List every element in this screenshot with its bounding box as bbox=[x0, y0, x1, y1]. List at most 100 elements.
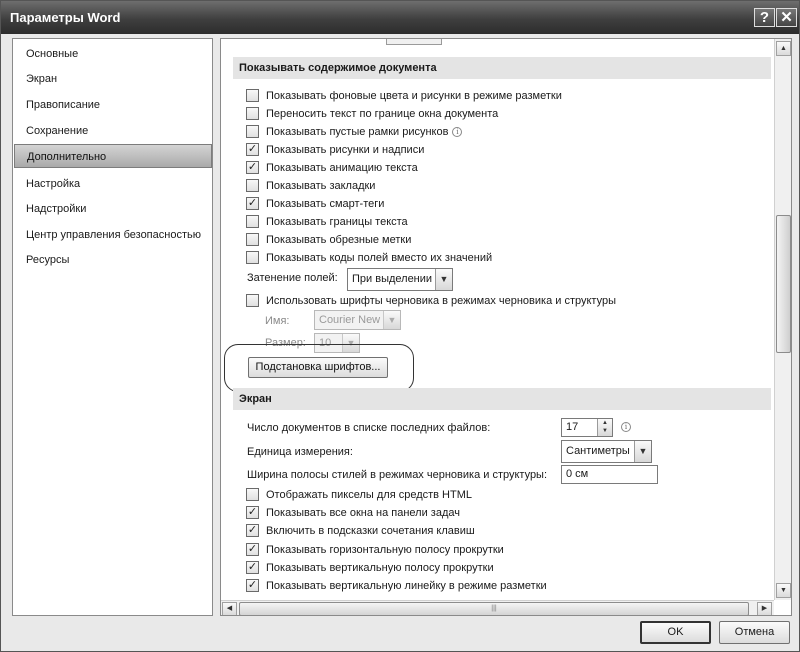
checkbox[interactable]: ✓ bbox=[246, 143, 259, 156]
option-show-background-colors[interactable]: Показывать фоновые цвета и рисунки в реж… bbox=[246, 87, 562, 104]
checkbox[interactable] bbox=[246, 89, 259, 102]
option-label: Показывать вертикальную линейку в режиме… bbox=[266, 579, 547, 592]
option-label: Показывать горизонтальную полосу прокрут… bbox=[266, 543, 504, 556]
option-label: Показывать смарт-теги bbox=[266, 197, 385, 210]
field-shading-label: Затенение полей: bbox=[247, 272, 338, 284]
option-show-drawings-textboxes[interactable]: ✓ Показывать рисунки и надписи bbox=[246, 141, 424, 158]
option-label: Отображать пикселы для средств HTML bbox=[266, 488, 472, 501]
option-label: Показывать закладки bbox=[266, 179, 376, 192]
option-show-vertical-scrollbar[interactable]: ✓ Показывать вертикальную полосу прокрут… bbox=[246, 559, 494, 576]
horizontal-scrollbar[interactable]: ◀ ||| ▶ bbox=[221, 600, 774, 615]
option-shortcut-keys-in-tooltips[interactable]: ✓ Включить в подсказки сочетания клавиш bbox=[246, 522, 475, 539]
checkbox[interactable]: ✓ bbox=[246, 197, 259, 210]
option-label: Переносить текст по границе окна докумен… bbox=[266, 107, 499, 120]
options-content: Показывать содержимое документа Показыва… bbox=[220, 38, 792, 616]
scroll-up-arrow-icon[interactable]: ▲ bbox=[776, 41, 791, 56]
nav-item-addins[interactable]: Надстройки bbox=[14, 197, 212, 221]
dropdown-arrow-icon[interactable]: ▼ bbox=[435, 269, 452, 290]
cancel-button[interactable]: Отмена bbox=[719, 621, 790, 644]
vertical-scrollbar[interactable]: ▲ ▼ bbox=[774, 39, 791, 600]
option-show-field-codes[interactable]: Показывать коды полей вместо их значений bbox=[246, 249, 492, 266]
checkbox[interactable] bbox=[246, 107, 259, 120]
top-grip bbox=[386, 39, 442, 45]
option-show-smart-tags[interactable]: ✓ Показывать смарт-теги bbox=[246, 195, 384, 212]
checkbox[interactable]: ✓ bbox=[246, 524, 259, 537]
font-substitution-button[interactable]: Подстановка шрифтов... bbox=[248, 357, 388, 378]
option-show-bookmarks[interactable]: Показывать закладки bbox=[246, 177, 375, 194]
option-label: Показывать коды полей вместо их значений bbox=[266, 251, 493, 264]
word-options-dialog: Параметры Word ? ✕ Основные Экран Правоп… bbox=[0, 0, 800, 652]
style-width-value: 0 см bbox=[566, 468, 589, 480]
units-label: Единица измерения: bbox=[247, 446, 353, 458]
option-label: Показывать обрезные метки bbox=[266, 233, 412, 246]
nav-item-general[interactable]: Основные bbox=[14, 42, 212, 66]
window-title: Параметры Word bbox=[10, 10, 121, 25]
checkbox[interactable]: ✓ bbox=[246, 561, 259, 574]
font-name-select: Courier New ▼ bbox=[314, 310, 401, 330]
checkbox[interactable] bbox=[246, 488, 259, 501]
option-label: Показывать пустые рамки рисунков bbox=[266, 125, 449, 138]
option-show-horizontal-scrollbar[interactable]: ✓ Показывать горизонтальную полосу прокр… bbox=[246, 541, 504, 558]
checkbox[interactable]: ✓ bbox=[246, 579, 259, 592]
checkbox[interactable] bbox=[246, 215, 259, 228]
option-use-draft-font[interactable]: Использовать шрифты черновика в режимах … bbox=[246, 292, 616, 309]
close-icon[interactable]: ✕ bbox=[776, 8, 797, 27]
option-show-all-windows-taskbar[interactable]: ✓ Показывать все окна на панели задач bbox=[246, 504, 460, 521]
option-label: Показывать фоновые цвета и рисунки в реж… bbox=[266, 89, 562, 102]
info-icon[interactable]: i bbox=[452, 126, 463, 137]
vertical-scroll-thumb[interactable] bbox=[776, 215, 791, 353]
recent-docs-spinner[interactable]: 17 ▲ ▼ bbox=[561, 418, 613, 437]
option-show-text-animation[interactable]: ✓ Показывать анимацию текста bbox=[246, 159, 418, 176]
spinner-buttons[interactable]: ▲ ▼ bbox=[597, 419, 612, 436]
style-width-input[interactable]: 0 см bbox=[561, 465, 658, 484]
option-label: Показывать анимацию текста bbox=[266, 161, 418, 174]
units-select[interactable]: Сантиметры ▼ bbox=[561, 440, 652, 463]
scroll-down-arrow-icon[interactable]: ▼ bbox=[776, 583, 791, 598]
dropdown-arrow-icon[interactable]: ▼ bbox=[634, 441, 651, 462]
checkbox[interactable]: ✓ bbox=[246, 506, 259, 519]
nav-item-resources[interactable]: Ресурсы bbox=[14, 248, 212, 272]
option-show-crop-marks[interactable]: Показывать обрезные метки bbox=[246, 231, 411, 248]
nav-item-proofing[interactable]: Правописание bbox=[14, 93, 212, 117]
nav-item-trust-center[interactable]: Центр управления безопасностью bbox=[14, 223, 212, 247]
nav-item-advanced[interactable]: Дополнительно bbox=[14, 144, 212, 168]
info-icon[interactable]: i bbox=[621, 422, 631, 432]
title-bar: Параметры Word ? ✕ bbox=[1, 1, 799, 34]
units-value: Сантиметры bbox=[566, 445, 630, 457]
section-header-show-document-content: Показывать содержимое документа bbox=[233, 57, 771, 79]
option-label: Использовать шрифты черновика в режимах … bbox=[266, 294, 616, 307]
horizontal-scroll-thumb[interactable]: ||| bbox=[239, 602, 749, 615]
nav-item-customize[interactable]: Настройка bbox=[14, 172, 212, 196]
section-header-display: Экран bbox=[233, 388, 771, 410]
option-wrap-text-to-window[interactable]: Переносить текст по границе окна докумен… bbox=[246, 105, 498, 122]
nav-item-display[interactable]: Экран bbox=[14, 67, 212, 91]
scroll-right-arrow-icon[interactable]: ▶ bbox=[757, 602, 772, 615]
option-show-picture-placeholders[interactable]: Показывать пустые рамки рисунков i bbox=[246, 123, 463, 140]
checkbox[interactable]: ✓ bbox=[246, 543, 259, 556]
option-label: Включить в подсказки сочетания клавиш bbox=[266, 524, 475, 537]
option-show-pixels-html[interactable]: Отображать пикселы для средств HTML bbox=[246, 486, 472, 503]
option-label: Показывать вертикальную полосу прокрутки bbox=[266, 561, 494, 574]
nav-item-save[interactable]: Сохранение bbox=[14, 119, 212, 143]
spin-down-icon[interactable]: ▼ bbox=[598, 427, 612, 435]
checkbox[interactable] bbox=[246, 294, 259, 307]
checkbox[interactable] bbox=[246, 233, 259, 246]
option-label: Показывать границы текста bbox=[266, 215, 408, 228]
field-shading-select[interactable]: При выделении ▼ bbox=[347, 268, 453, 291]
recent-docs-value: 17 bbox=[566, 421, 579, 433]
checkbox[interactable] bbox=[246, 251, 259, 264]
font-name-label: Имя: bbox=[265, 315, 290, 327]
style-width-label: Ширина полосы стилей в режимах черновика… bbox=[247, 469, 548, 481]
checkbox[interactable] bbox=[246, 179, 259, 192]
option-show-vertical-ruler[interactable]: ✓ Показывать вертикальную линейку в режи… bbox=[246, 577, 547, 594]
help-icon[interactable]: ? bbox=[754, 8, 775, 27]
checkbox[interactable]: ✓ bbox=[246, 161, 259, 174]
dropdown-arrow-icon: ▼ bbox=[383, 311, 400, 329]
option-show-text-boundaries[interactable]: Показывать границы текста bbox=[246, 213, 408, 230]
option-label: Показывать все окна на панели задач bbox=[266, 506, 460, 519]
checkbox[interactable] bbox=[246, 125, 259, 138]
scroll-left-arrow-icon[interactable]: ◀ bbox=[222, 602, 237, 615]
recent-docs-label: Число документов в списке последних файл… bbox=[247, 422, 491, 434]
spin-up-icon[interactable]: ▲ bbox=[598, 419, 612, 427]
ok-button[interactable]: OK bbox=[640, 621, 711, 644]
